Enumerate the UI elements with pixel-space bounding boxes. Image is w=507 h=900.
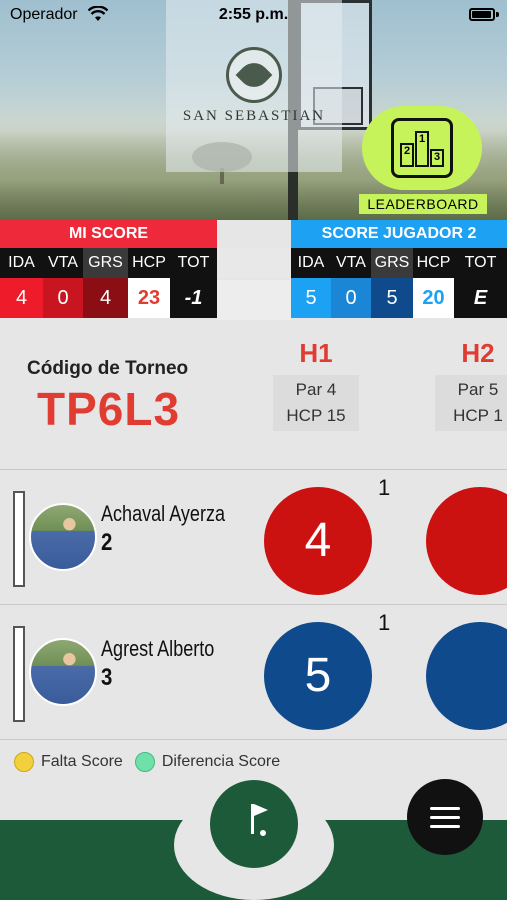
- score-value: 23: [128, 278, 170, 318]
- score-diff-dot-icon: [134, 752, 155, 772]
- menu-icon-line: [430, 825, 460, 828]
- score-value: 0: [43, 278, 83, 318]
- hole-header-h2[interactable]: H2 Par 5 HCP 1: [435, 338, 507, 431]
- hole-name: H1: [299, 338, 333, 368]
- score-value: -1: [170, 278, 217, 318]
- score-value: 5: [371, 278, 413, 318]
- score-value: 5: [291, 278, 331, 318]
- status-bar: Operador 2:55 p.m.: [0, 0, 507, 32]
- score-value: 0: [331, 278, 371, 318]
- my-score-values: 4 0 4 23 -1: [0, 278, 217, 318]
- golf-hole-icon: [260, 830, 266, 836]
- podium-icon: 2 1 3: [391, 118, 453, 178]
- tournament-section: Código de Torneo TP6L3 H1 Par 4 HCP 15 H…: [0, 322, 507, 470]
- podium-bar: 2: [400, 143, 414, 167]
- player-row[interactable]: Achaval Ayerza 2 4 1: [0, 471, 507, 605]
- hole-info: Par 4 HCP 15: [273, 375, 359, 431]
- clock: 2:55 p.m.: [218, 6, 289, 23]
- col-header: GRS: [371, 248, 413, 278]
- legend-label: Falta Score: [41, 753, 123, 770]
- my-score-title: MI SCORE: [0, 220, 217, 248]
- avatar: [29, 638, 97, 706]
- avatar: [29, 503, 97, 571]
- col-header: GRS: [83, 248, 128, 278]
- col-header: HCP: [128, 248, 170, 278]
- leaderboard-label[interactable]: LEADERBOARD: [359, 194, 487, 214]
- hole-par: Par 4: [295, 380, 337, 399]
- hole2-score-button[interactable]: [426, 487, 507, 595]
- missing-score-dot-icon: [14, 752, 34, 772]
- col-header: VTA: [331, 248, 371, 278]
- player-hcp: 3: [101, 664, 113, 691]
- hole1-mark: 1: [378, 610, 391, 635]
- score-value: E: [454, 278, 507, 318]
- player2-score-columns: IDA VTA GRS HCP TOT: [291, 248, 507, 278]
- player-hcp: 2: [101, 529, 113, 556]
- player2-score-panel: SCORE JUGADOR 2 IDA VTA GRS HCP TOT 5 0 …: [291, 220, 507, 318]
- golf-flag-pennant: [254, 804, 268, 816]
- podium-bar: 1: [415, 131, 429, 167]
- menu-button[interactable]: [407, 779, 483, 855]
- menu-icon-line: [430, 807, 460, 810]
- col-header: VTA: [43, 248, 83, 278]
- score-value: 20: [413, 278, 454, 318]
- leaderboard-button[interactable]: 2 1 3: [362, 106, 482, 190]
- podium-bar: 3: [430, 149, 444, 167]
- player2-score-values: 5 0 5 20 E: [291, 278, 507, 318]
- player-status-indicator: [13, 626, 25, 722]
- battery-tip: [496, 12, 499, 17]
- hole2-score-button[interactable]: [426, 622, 507, 730]
- battery-icon: [469, 8, 495, 21]
- hole-hcp: HCP 1: [453, 406, 503, 425]
- col-header: IDA: [0, 248, 43, 278]
- tournament-label: Código de Torneo: [27, 358, 189, 379]
- hole1-mark: 1: [378, 475, 391, 500]
- my-score-panel: MI SCORE IDA VTA GRS HCP TOT 4 0 4 23 -1: [0, 220, 217, 318]
- hole-hcp: HCP 15: [286, 406, 346, 425]
- hole-header-h1[interactable]: H1 Par 4 HCP 15: [273, 338, 359, 431]
- club-emblem-icon: [226, 47, 282, 103]
- golf-flag-button[interactable]: [210, 780, 298, 868]
- my-score-columns: IDA VTA GRS HCP TOT: [0, 248, 217, 278]
- col-header: TOT: [454, 248, 507, 278]
- tournament-code: TP6L3: [37, 383, 181, 435]
- player-status-indicator: [13, 491, 25, 587]
- player-name: Agrest Alberto: [101, 636, 215, 661]
- player-name: Achaval Ayerza: [101, 501, 226, 526]
- hole1-score-button[interactable]: 4: [264, 487, 372, 595]
- score-value: 4: [83, 278, 128, 318]
- club-name: SAN SEBASTIAN: [182, 108, 326, 124]
- hole-name: H2: [461, 338, 495, 368]
- panel-divider: [217, 220, 291, 322]
- score-value: 4: [0, 278, 43, 318]
- hole-info: Par 5 HCP 1: [435, 375, 507, 431]
- col-header: TOT: [170, 248, 217, 278]
- col-header: IDA: [291, 248, 331, 278]
- col-header: HCP: [413, 248, 454, 278]
- score-summary: MI SCORE IDA VTA GRS HCP TOT 4 0 4 23 -1…: [0, 220, 507, 322]
- menu-icon-line: [430, 816, 460, 819]
- player2-score-title: SCORE JUGADOR 2: [291, 220, 507, 248]
- hole1-score-button[interactable]: 5: [264, 622, 372, 730]
- player-row[interactable]: Agrest Alberto 3 5 1: [0, 606, 507, 740]
- legend: Falta Score Diferencia Score: [14, 752, 292, 772]
- legend-label: Diferencia Score: [161, 753, 281, 770]
- hole-par: Par 5: [457, 380, 499, 399]
